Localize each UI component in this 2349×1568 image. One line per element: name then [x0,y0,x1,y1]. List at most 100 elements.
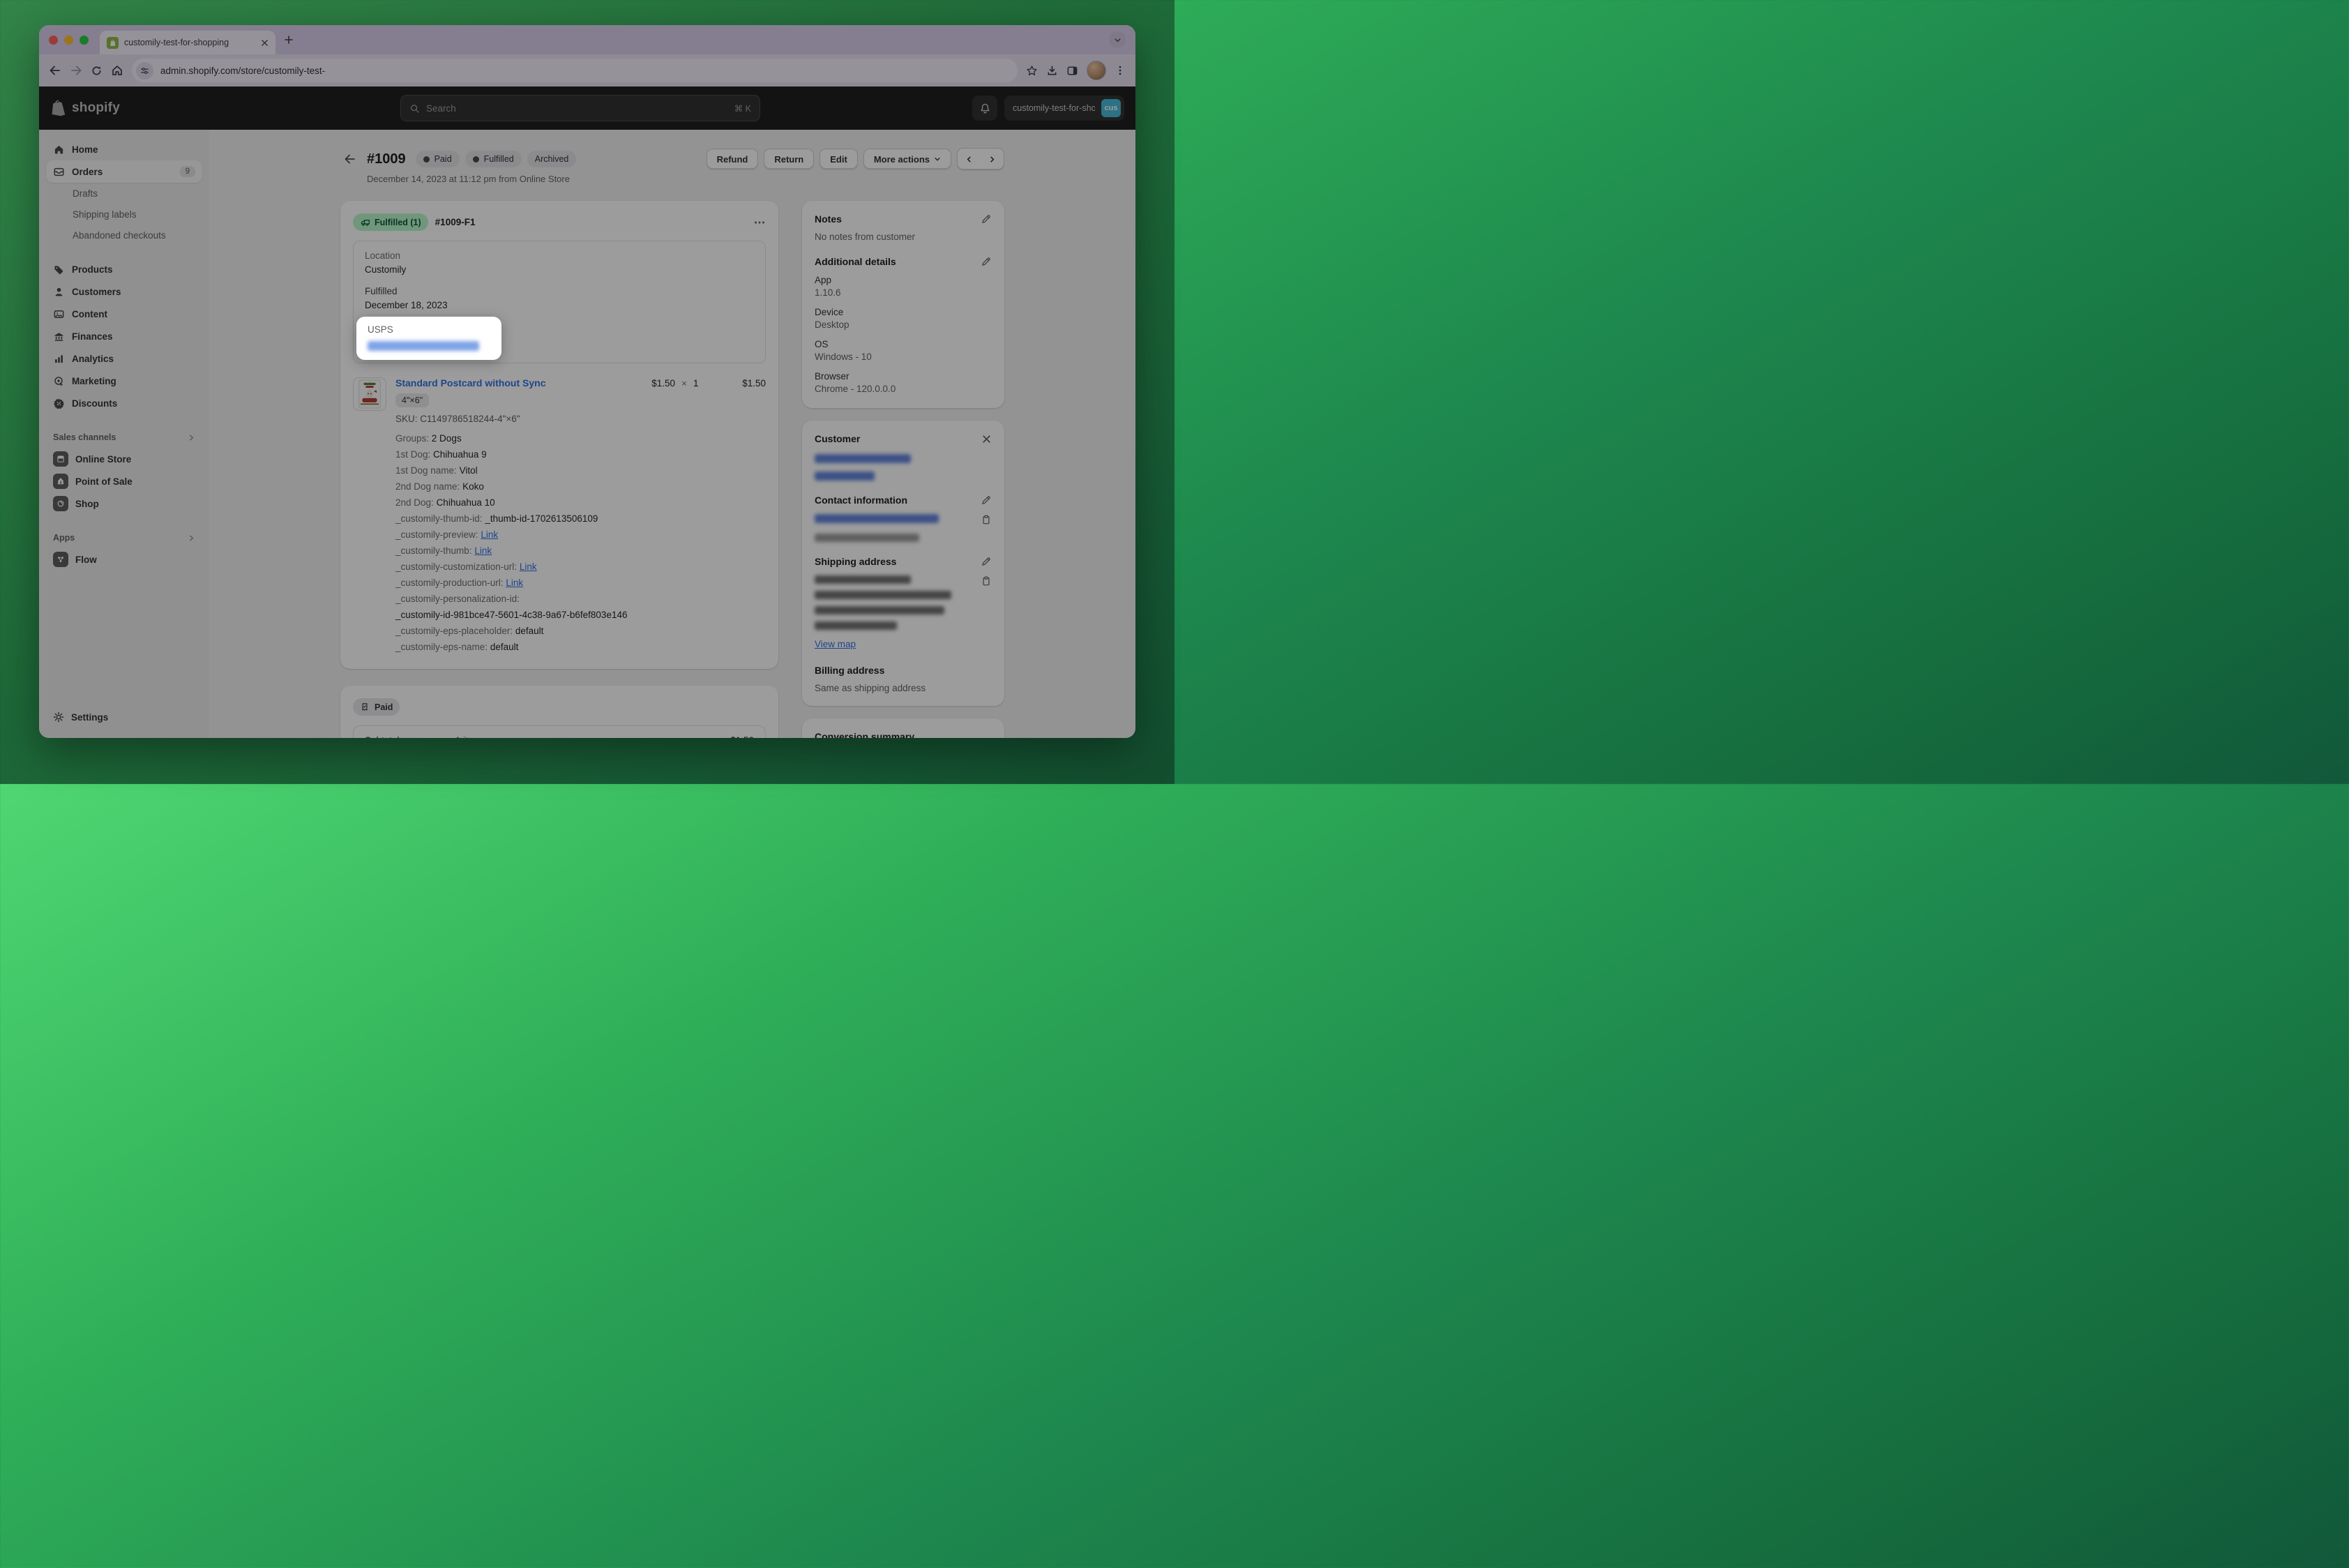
browser-toolbar: admin.shopify.com/store/customily-test- [39,54,1135,86]
customily-thumb-link[interactable]: Link [474,545,492,556]
tracking-section: USPS [365,321,754,354]
customer-name-redacted-link[interactable] [815,454,911,463]
sidebar-item-shop[interactable]: Shop [46,492,202,515]
home-nav-icon[interactable] [111,64,123,77]
copy-email-clipboard-icon[interactable] [981,514,992,525]
shopify-wordmark: shopify [72,100,120,116]
fulfillment-menu-kebab-icon[interactable] [753,216,766,229]
paid-badge: Paid [353,698,400,716]
orders-count-badge: 9 [180,166,195,177]
more-actions-button[interactable]: More actions [863,149,951,169]
back-button[interactable] [340,149,360,169]
edit-contact-pencil-icon[interactable] [981,495,992,506]
receipt-icon [360,702,370,712]
edit-notes-pencil-icon[interactable] [981,213,992,225]
detail-app: App 1.10.6 [815,274,992,299]
home-icon [53,144,65,156]
copy-address-clipboard-icon[interactable] [981,575,992,587]
customization-properties: Groups: 2 Dogs 1st Dog: Chihuahua 9 1st … [395,432,766,654]
shopify-favicon-icon [107,37,119,49]
multiply-sign: × [675,378,693,389]
store-switcher[interactable]: customily-test-for-sho... cus [1004,96,1124,121]
sidebar-item-discounts[interactable]: Discounts [46,392,202,414]
previous-order-button[interactable] [958,149,981,169]
sidebar-item-customers[interactable]: Customers [46,280,202,303]
sidebar-item-analytics[interactable]: Analytics [46,347,202,370]
customer-email-redacted-link[interactable] [815,514,939,523]
sidebar-item-settings[interactable]: Settings [46,706,202,728]
download-icon[interactable] [1046,65,1058,77]
return-button[interactable]: Return [764,149,814,169]
customer-orders-redacted-link[interactable] [815,472,875,481]
forward-nav-icon[interactable] [70,64,82,77]
edit-button[interactable]: Edit [819,149,858,169]
side-panel-icon[interactable] [1066,65,1078,77]
browser-tab[interactable]: customily-test-for-shopping [100,31,275,54]
chevron-right-icon [188,534,195,542]
close-icon[interactable] [981,434,992,444]
order-detail-page: #1009 Paid Fulfilled Archived Refund Ret… [209,130,1135,738]
fulfilled-label: Fulfilled [365,285,754,298]
detail-os: OS Windows - 10 [815,338,992,363]
url-bar[interactable]: admin.shopify.com/store/customily-test- [132,59,1018,82]
orders-icon [53,166,65,178]
tracking-number-redacted-link[interactable] [368,341,479,351]
sidebar-item-online-store[interactable]: Online Store [46,448,202,470]
customer-title: Customer [815,433,981,444]
paid-status-badge: Paid [416,151,460,167]
admin-search-input[interactable]: Search ⌘ K [400,95,760,121]
chevron-right-icon [188,434,195,442]
browser-profile-avatar[interactable] [1087,61,1106,80]
fulfillment-card: Fulfilled (1) #1009-F1 Location [340,201,778,669]
sidebar-section-sales-channels[interactable]: Sales channels [46,427,202,448]
shipping-address-redacted [815,575,981,630]
customily-production-link[interactable]: Link [506,578,523,588]
finances-bank-icon [53,331,65,342]
detail-device: Device Desktop [815,306,992,331]
sidebar-item-point-of-sale[interactable]: Point of Sale [46,470,202,492]
next-order-button[interactable] [981,149,1004,169]
maximize-window-button[interactable] [80,36,89,45]
edit-shipping-pencil-icon[interactable] [981,556,992,567]
edit-additional-details-pencil-icon[interactable] [981,256,992,267]
sidebar-item-flow[interactable]: Flow [46,548,202,571]
site-settings-icon[interactable] [136,62,153,80]
sidebar-item-shipping-labels[interactable]: Shipping labels [46,204,202,225]
flow-app-icon [53,552,68,567]
refund-button[interactable]: Refund [707,149,759,169]
sidebar-item-marketing[interactable]: Marketing [46,370,202,392]
sidebar-section-apps[interactable]: Apps [46,527,202,548]
browser-tab-strip: customily-test-for-shopping [39,25,1135,54]
line-item: Standard Postcard without Sync $1.50 × 1… [353,377,766,656]
sidebar-item-finances[interactable]: Finances [46,325,202,347]
notes-empty-text: No notes from customer [815,232,992,242]
sidebar-item-products[interactable]: Products [46,258,202,280]
marketing-target-icon [53,375,65,387]
tab-search-chevron-icon[interactable] [1109,31,1126,48]
back-nav-icon[interactable] [49,64,61,77]
view-map-link[interactable]: View map [815,639,856,649]
location-label: Location [365,250,754,262]
reload-icon[interactable] [91,65,103,77]
close-window-button[interactable] [49,36,58,45]
product-title-link[interactable]: Standard Postcard without Sync [395,377,626,389]
browser-menu-kebab-icon[interactable] [1115,65,1126,76]
customily-customization-link[interactable]: Link [520,561,537,572]
bookmark-star-icon[interactable] [1026,65,1038,77]
billing-address-text: Same as shipping address [815,683,992,693]
sidebar-item-abandoned-checkouts[interactable]: Abandoned checkouts [46,225,202,246]
notifications-button[interactable] [972,96,997,121]
conversion-summary-card: Conversion summary [802,718,1004,738]
detail-browser: Browser Chrome - 120.0.0.0 [815,370,992,395]
sidebar-item-home[interactable]: Home [46,138,202,160]
sidebar-item-orders[interactable]: Orders 9 [46,160,202,183]
tab-close-icon[interactable] [261,39,269,47]
sidebar-item-drafts[interactable]: Drafts [46,183,202,204]
carrier-name: USPS [368,324,490,335]
minimize-window-button[interactable] [64,36,73,45]
sidebar-item-content[interactable]: Content [46,303,202,325]
url-text: admin.shopify.com/store/customily-test- [160,66,325,76]
customily-preview-link[interactable]: Link [481,529,498,540]
new-tab-button[interactable] [284,35,294,45]
discounts-icon [53,398,65,409]
